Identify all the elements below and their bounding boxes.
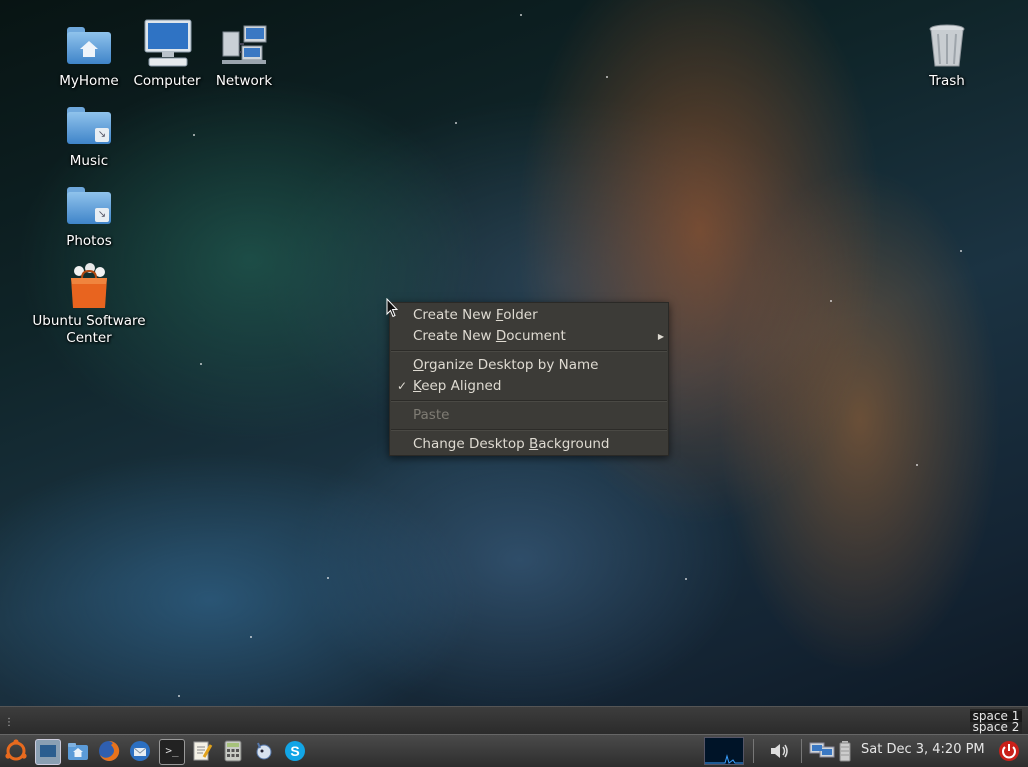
- show-desktop-icon[interactable]: [35, 739, 61, 765]
- volume-icon[interactable]: [767, 739, 791, 763]
- desktop-icon-label: Ubuntu Software Center: [32, 313, 146, 346]
- desktop-icon-network[interactable]: Network: [189, 22, 299, 90]
- menu-separator: [391, 350, 667, 352]
- network-status-icon[interactable]: [808, 739, 838, 763]
- desktop-icon-label: Trash: [929, 73, 965, 89]
- menu-separator: [391, 400, 667, 402]
- desktop-icon-trash[interactable]: Trash: [892, 22, 1002, 90]
- thunderbird-icon[interactable]: [128, 739, 152, 763]
- menu-item-label: older: [503, 307, 538, 323]
- menu-item-organize-desktop-by-name[interactable]: Organize Desktop by Name: [390, 355, 668, 376]
- menu-item-label: rganize Desktop by Name: [423, 357, 599, 373]
- desktop-icon-ubuntu-software-center[interactable]: Ubuntu Software Center: [28, 262, 150, 347]
- menu-item-label: Create New: [413, 328, 496, 344]
- checkmark-icon: ✓: [397, 379, 408, 393]
- menu-item-label: eep Aligned: [421, 378, 502, 394]
- menu-item-keep-aligned[interactable]: ✓ Keep Aligned: [390, 376, 668, 397]
- mnemonic: O: [413, 357, 424, 373]
- trash-icon: [923, 22, 971, 70]
- home-folder-launcher-icon[interactable]: [66, 739, 90, 763]
- mouse-cursor-icon: [386, 298, 398, 318]
- taskbar: >_ S Sat Dec 3, 4:20 PM: [0, 734, 1028, 767]
- menu-item-label: Change Desktop: [413, 436, 529, 452]
- mnemonic: D: [495, 328, 507, 344]
- computer-icon: [143, 18, 192, 70]
- desktop-icon-label: Music: [69, 153, 109, 169]
- menu-item-label: Create New: [413, 307, 496, 323]
- desktop-icon-label: Network: [215, 73, 273, 89]
- mnemonic: B: [528, 436, 539, 452]
- panel-separator: [753, 739, 754, 763]
- menu-item-label: Paste: [413, 407, 450, 423]
- battery-icon[interactable]: [838, 739, 852, 763]
- calculator-icon[interactable]: [221, 739, 245, 763]
- top-panel: ⋮ space 1 space 2: [0, 706, 1028, 735]
- panel-grip-icon[interactable]: ⋮: [4, 717, 14, 728]
- firefox-icon[interactable]: [97, 739, 121, 763]
- network-icon: [220, 22, 268, 70]
- menu-item-paste: Paste: [390, 405, 668, 426]
- photos-folder-icon: ↘: [65, 182, 113, 230]
- ubuntu-menu-icon[interactable]: [4, 739, 28, 763]
- workspace-2[interactable]: space 2: [970, 721, 1022, 733]
- menu-item-change-desktop-background[interactable]: Change Desktop Background: [390, 434, 668, 455]
- shopping-bag-icon: [65, 262, 113, 310]
- menu-separator: [391, 429, 667, 431]
- desktop-icon-photos[interactable]: ↘ Photos: [34, 182, 144, 250]
- desktop-context-menu: Create New Folder Create New Document ▶ O…: [389, 302, 669, 456]
- panel-separator: [801, 739, 802, 763]
- clock[interactable]: Sat Dec 3, 4:20 PM: [861, 742, 985, 757]
- submenu-arrow-icon: ▶: [657, 332, 664, 341]
- mnemonic: K: [413, 378, 422, 394]
- menu-item-create-new-document[interactable]: Create New Document ▶: [390, 326, 668, 347]
- desktop-icon-label: Photos: [66, 233, 112, 249]
- home-folder-icon: [65, 22, 113, 70]
- menu-item-label: ocument: [506, 328, 566, 344]
- skype-icon[interactable]: S: [283, 739, 307, 763]
- svg-text:S: S: [290, 743, 299, 759]
- music-folder-icon: ↘: [65, 102, 113, 150]
- power-icon[interactable]: [997, 739, 1021, 763]
- menu-item-create-new-folder[interactable]: Create New Folder: [390, 305, 668, 326]
- desktop-icon-music[interactable]: ↘ Music: [34, 102, 144, 170]
- workspace-switcher: space 1 space 2: [970, 709, 1022, 735]
- system-monitor-graph[interactable]: [704, 737, 744, 765]
- menu-item-label: ackground: [538, 436, 610, 452]
- text-editor-icon[interactable]: [190, 739, 214, 763]
- pidgin-icon[interactable]: [252, 739, 276, 763]
- terminal-icon[interactable]: >_: [159, 739, 185, 765]
